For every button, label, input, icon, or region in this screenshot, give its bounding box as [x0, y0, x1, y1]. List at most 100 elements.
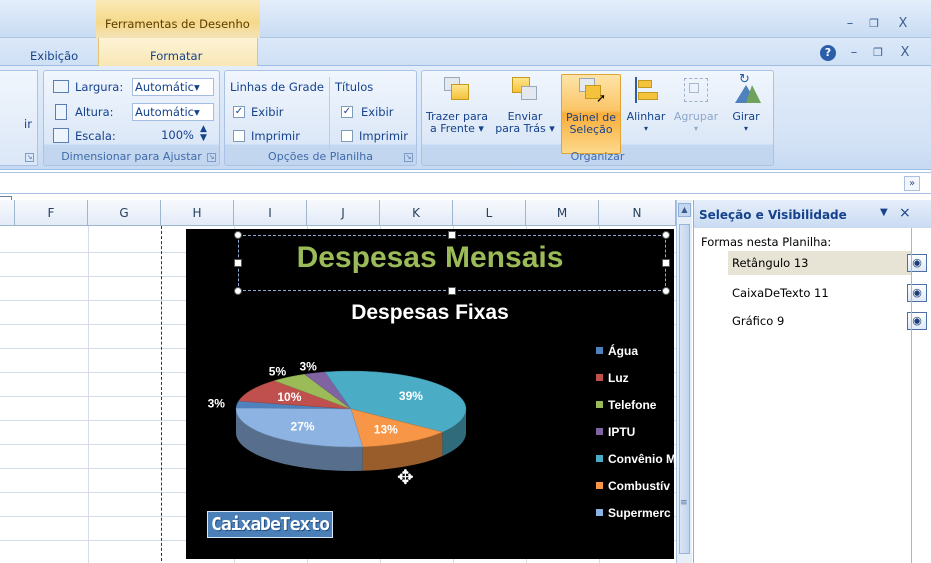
pane-close-icon[interactable]: ×: [899, 205, 911, 221]
column-header-l[interactable]: L: [453, 200, 526, 226]
pane-item-caixa[interactable]: CaixaDeTexto 11 ◉: [728, 281, 927, 305]
pane-item-retangulo[interactable]: Retângulo 13 ◉: [728, 251, 927, 275]
selection-handle[interactable]: [448, 287, 456, 295]
column-header-f[interactable]: F: [15, 200, 88, 226]
bring-forward-icon: [442, 75, 472, 105]
titulos-exibir-checkbox[interactable]: ✓: [341, 106, 353, 118]
doc-close-button[interactable]: X: [897, 46, 913, 60]
titulos-exibir-label: Exibir: [361, 105, 394, 119]
alinhar-button[interactable]: Alinhar ▾: [624, 75, 668, 135]
legend-swatch: [596, 509, 603, 516]
app-minimize-button[interactable]: –: [842, 17, 858, 31]
column-header-n[interactable]: N: [599, 200, 676, 226]
scroll-grip-icon: ≡: [680, 498, 688, 508]
tab-formatar[interactable]: Formatar: [150, 49, 202, 63]
legend-swatch: [596, 482, 603, 489]
selection-handle[interactable]: [662, 287, 670, 295]
dialog-launcher-icon[interactable]: ↘: [25, 153, 34, 162]
caixa-de-texto-wordart[interactable]: CaixaDeTexto: [207, 511, 334, 538]
altura-label: Altura:: [75, 105, 114, 119]
titulos-imprimir-checkbox[interactable]: [341, 130, 353, 142]
legend-label: Água: [608, 343, 638, 358]
column-header-k[interactable]: K: [380, 200, 453, 226]
titulos-label: Títulos: [335, 80, 374, 94]
legend-label: Combustív: [608, 479, 670, 493]
escala-input[interactable]: 100%: [146, 127, 196, 145]
alinhar-dropdown-icon: ▾: [643, 124, 648, 133]
pane-item-label: CaixaDeTexto 11: [732, 286, 829, 300]
title-selection-box[interactable]: [238, 235, 666, 291]
scroll-up-arrow-icon[interactable]: ▲: [678, 203, 691, 217]
app-close-button[interactable]: X: [895, 17, 911, 31]
height-icon: [55, 104, 67, 120]
context-tab-title: Ferramentas de Desenho: [96, 0, 260, 38]
column-header-i[interactable]: I: [234, 200, 307, 226]
selection-handle[interactable]: [234, 287, 242, 295]
largura-dropdown[interactable]: Automátic▾: [132, 78, 214, 96]
row-header-corner: [0, 200, 15, 226]
ribbon-group-cut: ir ↘: [0, 70, 38, 166]
linhas-de-grade-label: Linhas de Grade: [230, 80, 324, 94]
formula-bar[interactable]: [0, 172, 931, 194]
column-header-h[interactable]: H: [161, 200, 234, 226]
expand-formula-bar-icon[interactable]: »: [904, 176, 920, 191]
pie-data-label: 13%: [374, 423, 398, 437]
legend-swatch: [596, 455, 603, 462]
opcoes-launcher-icon[interactable]: ↘: [404, 153, 413, 162]
page-break-line: [161, 226, 162, 563]
altura-dropdown[interactable]: Automátic▾: [132, 103, 214, 121]
dimensionar-launcher-icon[interactable]: ↘: [207, 153, 216, 162]
scale-icon: [53, 128, 69, 143]
vertical-scrollbar[interactable]: ▲ ≡: [676, 200, 692, 563]
pane-subtitle: Formas nesta Planilha:: [701, 235, 832, 249]
column-header-g[interactable]: G: [88, 200, 161, 226]
agrupar-label: Agrupar: [673, 110, 719, 123]
agrupar-button[interactable]: Agrupar ▾: [670, 75, 722, 135]
escala-spinner[interactable]: ▲ ▼: [200, 125, 207, 143]
selection-handle[interactable]: [662, 231, 670, 239]
legend-swatch: [596, 428, 603, 435]
painel-selecao-button[interactable]: ➚ Painel de Seleção: [561, 74, 621, 154]
column-header-j[interactable]: J: [307, 200, 380, 226]
group-label-dimensionar: Dimensionar para Ajustar: [61, 150, 202, 163]
linhas-imprimir-checkbox[interactable]: [233, 130, 245, 142]
selection-handle[interactable]: [234, 259, 242, 267]
girar-button[interactable]: ↻ Girar ▾: [724, 73, 768, 135]
help-icon[interactable]: ?: [820, 45, 836, 61]
selection-handle[interactable]: [234, 231, 242, 239]
group-divider: [329, 77, 330, 149]
chart-object[interactable]: Despesas Mensais Despesas Fixas 3% 10% 5% 3…: [186, 229, 674, 559]
enviar-label-2: para Trás ▾: [495, 122, 555, 135]
tab-exibicao[interactable]: Exibição: [30, 49, 78, 63]
legend-swatch: [596, 347, 603, 354]
pie-data-label: 3%: [299, 359, 317, 373]
enviar-para-tras-button[interactable]: Enviar para Trás ▾: [492, 75, 558, 135]
move-cursor-icon: ✥: [397, 465, 414, 489]
group-label-opcoes: Opções de Planilha: [268, 150, 373, 163]
group-opcoes-planilha: Linhas de Grade Títulos ✓ Exibir ✓ Exibi…: [224, 70, 417, 166]
pane-item-grafico[interactable]: Gráfico 9 ◉: [728, 309, 927, 333]
doc-restore-button[interactable]: ❐: [870, 46, 886, 60]
legend-swatch: [596, 401, 603, 408]
pane-item-label: Retângulo 13: [732, 256, 809, 270]
eye-icon[interactable]: ◉: [907, 312, 927, 330]
group-icon: [681, 75, 711, 105]
linhas-exibir-label: Exibir: [251, 105, 284, 119]
alinhar-label: Alinhar: [626, 110, 666, 123]
selection-pane-icon: ➚: [576, 76, 606, 106]
doc-minimize-button[interactable]: –: [846, 46, 862, 60]
legend-label: Telefone: [608, 398, 657, 412]
pane-item-label: Gráfico 9: [732, 314, 785, 328]
linhas-exibir-checkbox[interactable]: ✓: [233, 106, 245, 118]
cut-group-label: ir: [24, 117, 32, 131]
selection-handle[interactable]: [448, 231, 456, 239]
selection-handle[interactable]: [662, 259, 670, 267]
column-header-m[interactable]: M: [526, 200, 599, 226]
trazer-para-frente-button[interactable]: Trazer para a Frente ▾: [426, 75, 488, 135]
chart-subtitle: Despesas Fixas: [351, 301, 509, 324]
pane-options-dropdown-icon[interactable]: ▼: [880, 207, 888, 218]
eye-icon[interactable]: ◉: [907, 284, 927, 302]
eye-icon[interactable]: ◉: [907, 254, 927, 272]
girar-dropdown-icon: ▾: [743, 124, 748, 133]
app-restore-button[interactable]: ❐: [866, 17, 882, 31]
